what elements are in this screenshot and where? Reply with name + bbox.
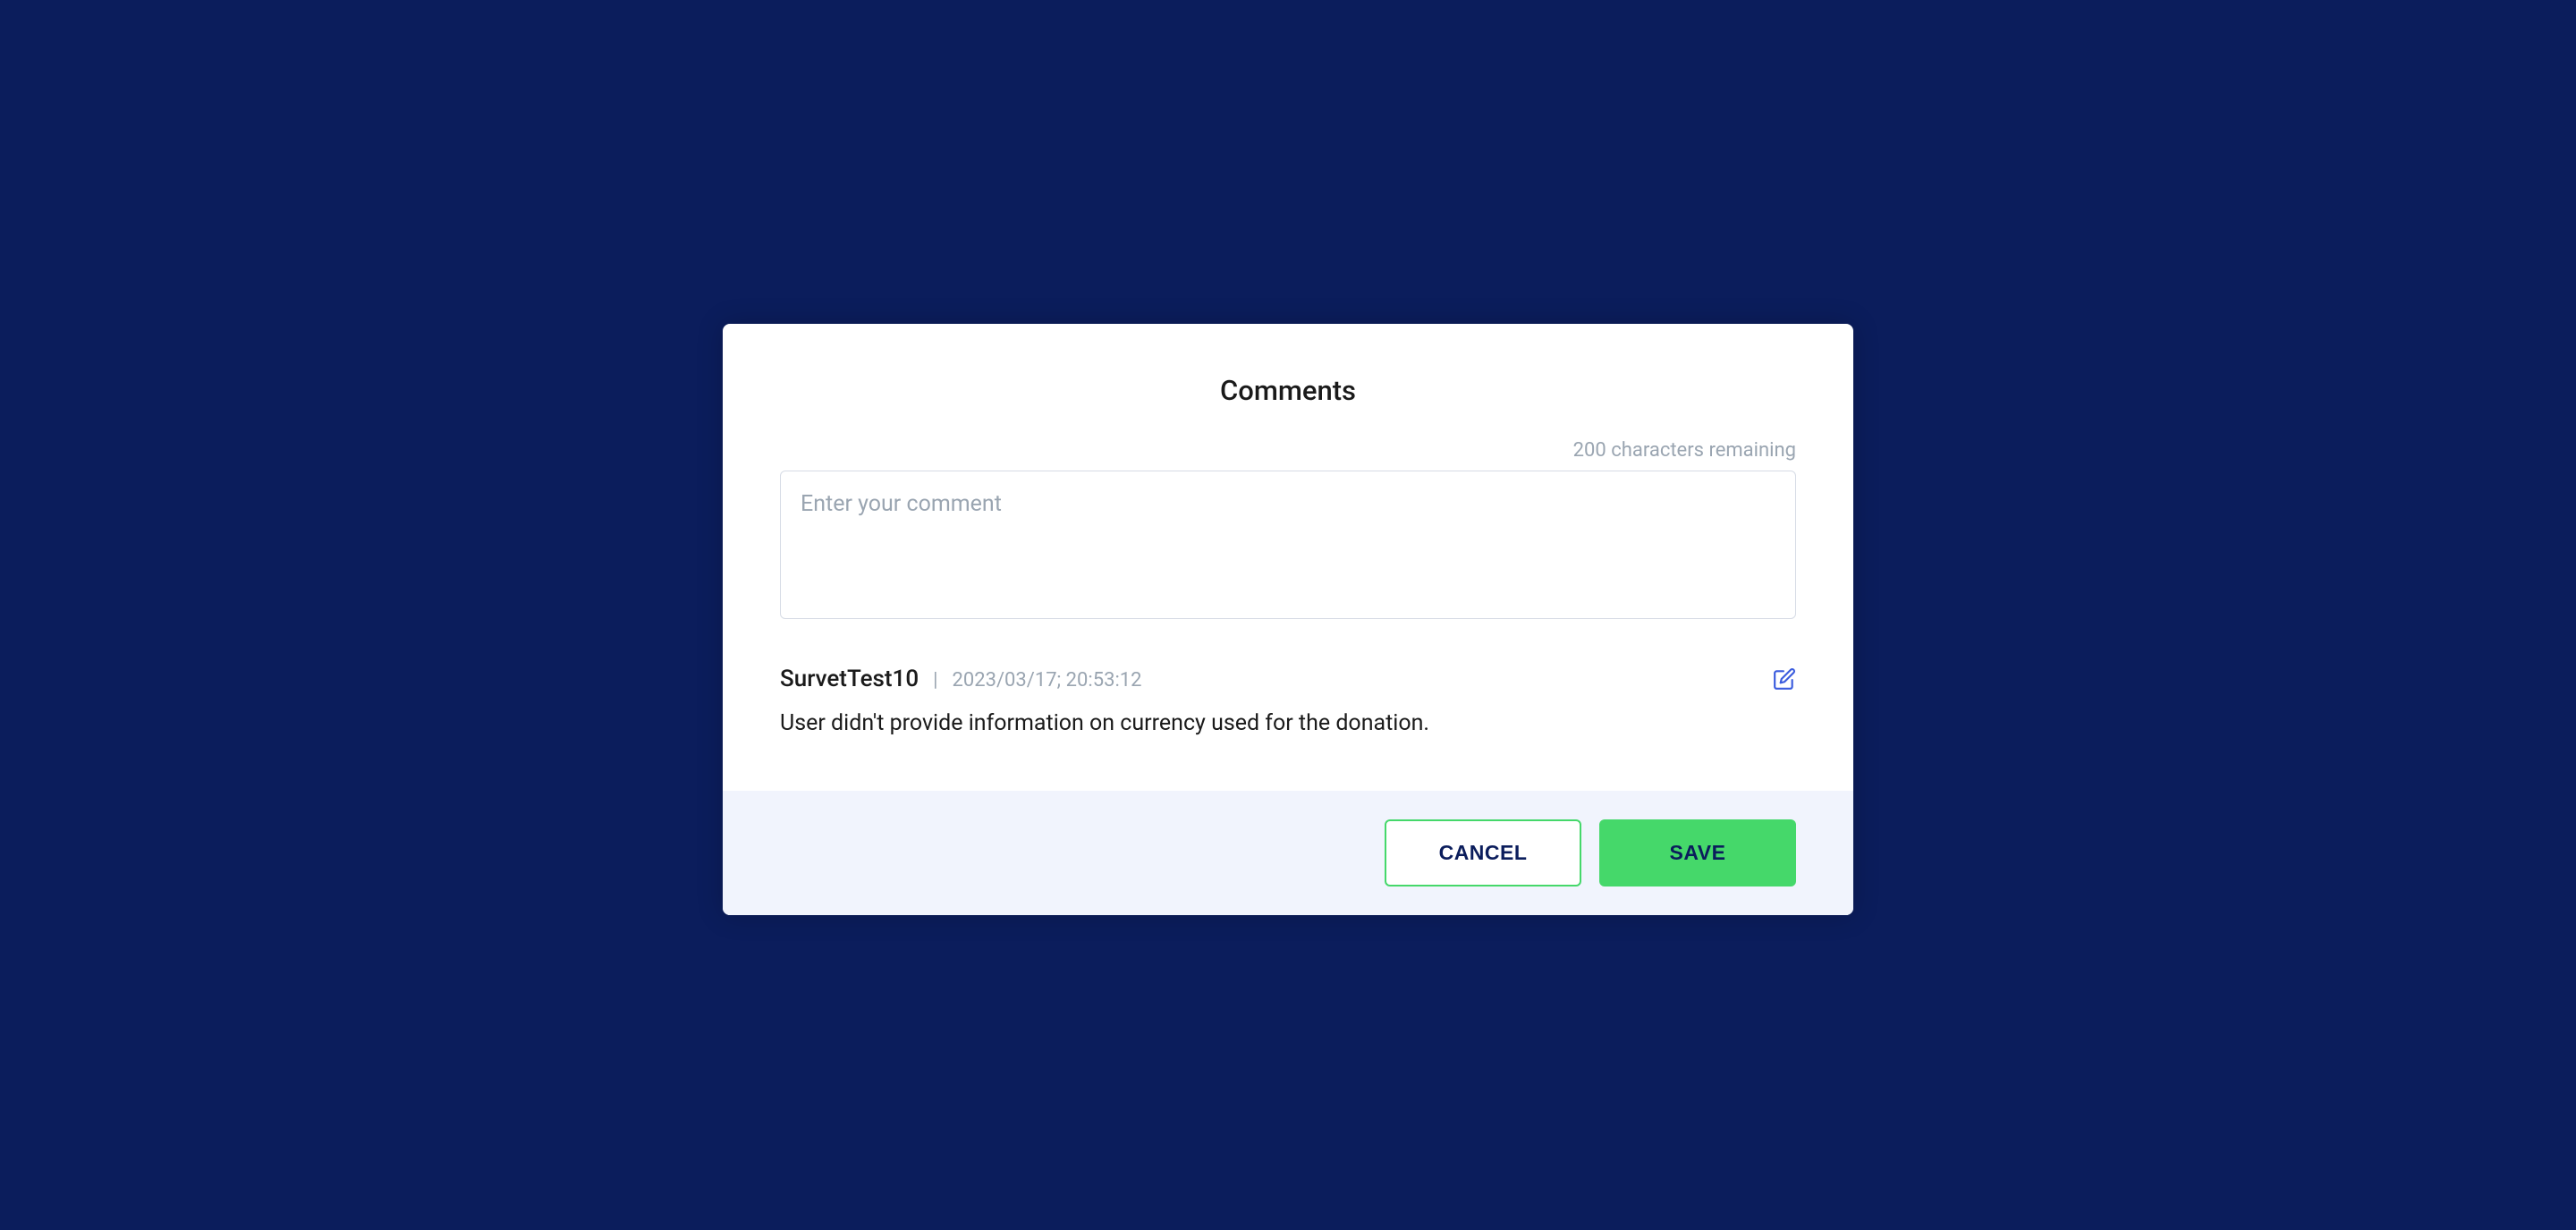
comment-input[interactable] — [780, 471, 1796, 619]
edit-icon[interactable] — [1773, 667, 1796, 691]
comment-body: User didn't provide information on curre… — [780, 707, 1796, 741]
comment-header: SurvetTest10 | 2023/03/17; 20:53:12 — [780, 666, 1796, 692]
modal-title: Comments — [780, 374, 1796, 407]
comment-timestamp: 2023/03/17; 20:53:12 — [952, 669, 1141, 691]
modal-footer: CANCEL SAVE — [723, 791, 1853, 915]
char-counter: 200 characters remaining — [780, 439, 1796, 462]
cancel-button[interactable]: CANCEL — [1385, 819, 1581, 886]
comments-modal: Comments 200 characters remaining Survet… — [723, 324, 1853, 915]
save-button[interactable]: SAVE — [1599, 819, 1796, 886]
comment-separator: | — [933, 669, 937, 691]
modal-content: Comments 200 characters remaining Survet… — [723, 324, 1853, 791]
existing-comment: SurvetTest10 | 2023/03/17; 20:53:12 User… — [780, 666, 1796, 741]
comment-meta: SurvetTest10 | 2023/03/17; 20:53:12 — [780, 666, 1142, 692]
comment-author: SurvetTest10 — [780, 666, 919, 692]
